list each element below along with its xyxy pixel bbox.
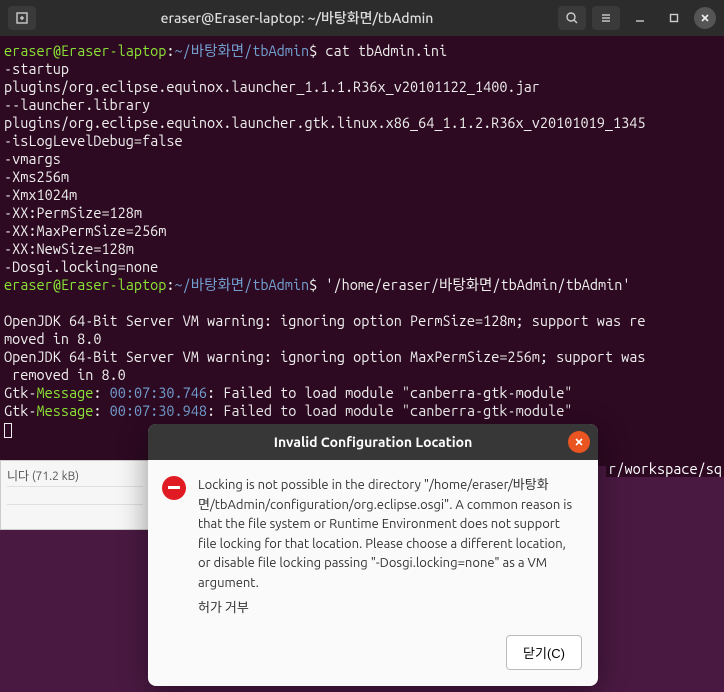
error-dialog: Invalid Configuration Location Locking i… xyxy=(148,424,598,686)
background-terminal-fragment: r/workspace/sq xyxy=(606,460,724,477)
maximize-button[interactable] xyxy=(660,6,688,30)
minimize-button[interactable] xyxy=(626,6,654,30)
error-icon xyxy=(162,476,186,500)
dialog-permission-denied: 허가 거부 xyxy=(198,599,578,619)
window-titlebar: eraser@Eraser-laptop: ~/바탕화면/tbAdmin xyxy=(0,0,724,36)
dialog-title: Invalid Configuration Location xyxy=(274,434,473,450)
dialog-ok-button[interactable]: 닫기(C) xyxy=(506,635,582,670)
background-file-panel: 니다 (71.2 kB) xyxy=(0,460,150,530)
menu-button[interactable] xyxy=(592,6,620,30)
terminal-output[interactable]: eraser@Eraser-laptop:~/바탕화면/tbAdmin$ cat… xyxy=(0,36,724,466)
file-size-label: 니다 (71.2 kB) xyxy=(7,465,143,487)
command-1: cat tbAdmin.ini xyxy=(325,42,447,59)
prompt-path-2: /tbAdmin xyxy=(244,42,309,59)
search-button[interactable] xyxy=(558,6,586,30)
close-button[interactable] xyxy=(694,7,716,29)
window-title: eraser@Eraser-laptop: ~/바탕화면/tbAdmin xyxy=(44,8,550,28)
dialog-titlebar: Invalid Configuration Location xyxy=(148,424,598,460)
dialog-close-button[interactable] xyxy=(568,431,590,453)
dialog-message: Locking is not possible in the directory… xyxy=(198,476,578,593)
new-tab-button[interactable] xyxy=(8,6,36,30)
prompt-path-1: ~/바탕화면 xyxy=(175,42,245,59)
prompt-user: eraser@Eraser-laptop xyxy=(4,42,166,59)
terminal-cursor xyxy=(4,423,12,438)
command-2: '/home/eraser/바탕화면/tbAdmin/tbAdmin' xyxy=(325,276,630,293)
